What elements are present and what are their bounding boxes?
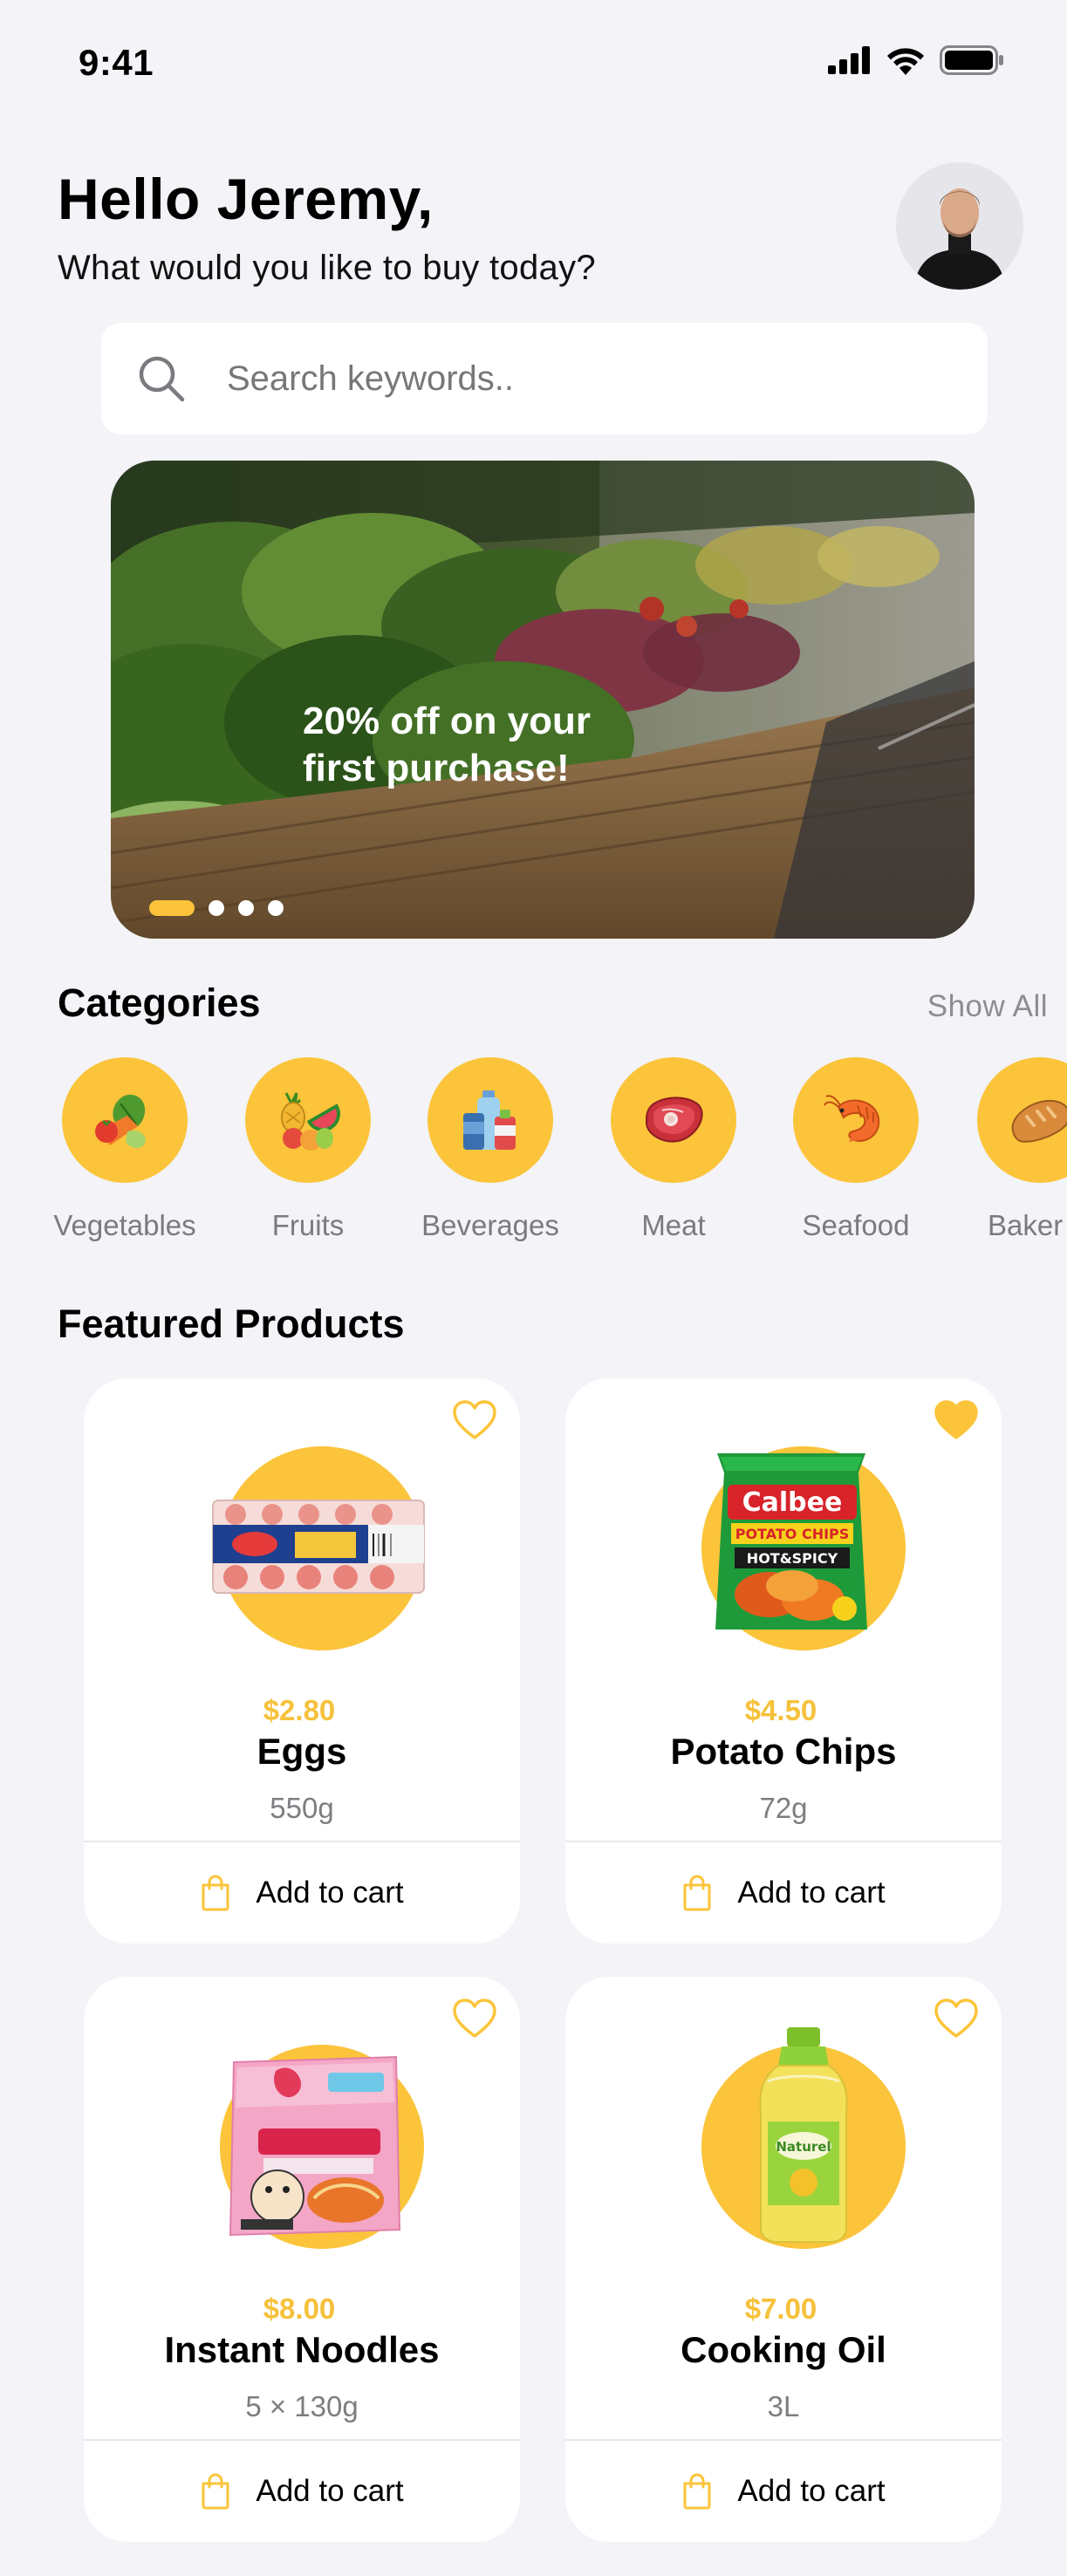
featured-products-title: Featured Products [58,1302,405,1346]
product-size: 72g [759,1792,808,1824]
product-size: 550g [270,1792,334,1824]
user-avatar-image [896,162,1023,290]
product-size: 5 × 130g [245,2390,359,2422]
instant-noodles-product-image [229,2055,401,2237]
add-to-cart-button[interactable]: Add to cart [565,1842,1002,1944]
product-name: Potato Chips [670,1731,897,1772]
search-icon [139,356,185,402]
categories-title: Categories [58,981,261,1025]
heart-outline-icon[interactable] [934,1998,979,2040]
bakery-icon [1011,1099,1067,1143]
category-label: Fruits [271,1209,345,1241]
heart-outline-icon[interactable] [452,1399,497,1441]
beverages-icon [463,1090,516,1150]
banner-pagination[interactable] [149,900,284,916]
cellular-signal-icon [828,46,870,74]
svg-text:Naturel: Naturel [776,2139,831,2155]
category-fruits[interactable]: Fruits [216,1057,400,1242]
pagination-dot[interactable] [268,900,284,916]
promo-banner[interactable]: 20% off on your first purchase! [111,461,975,939]
search-input[interactable] [227,359,925,399]
category-seafood[interactable]: Seafood [764,1057,947,1242]
show-all-link[interactable]: Show All [927,989,1048,1024]
shopping-bag-icon [683,1875,711,1911]
pagination-dot-active[interactable] [149,900,195,916]
wifi-icon [887,48,924,75]
svg-text:HOT&SPICY: HOT&SPICY [747,1550,838,1567]
vegetables-icon [95,1094,146,1149]
shopping-bag-icon [202,1875,229,1911]
svg-text:POTATO CHIPS: POTATO CHIPS [735,1526,850,1542]
avatar[interactable] [896,162,1023,290]
product-price: $8.00 [263,2292,336,2325]
fruits-icon [281,1092,340,1151]
category-label: Beverages [421,1209,559,1241]
product-card-eggs[interactable]: $2.80 Eggs 550g Add to cart [84,1378,520,1944]
add-to-cart-button[interactable]: Add to cart [84,1842,520,1944]
shopping-bag-icon [683,2473,711,2510]
eggs-product-image [212,1500,425,1594]
category-label: Seafood [802,1209,910,1241]
meat-icon [645,1097,703,1143]
status-bar: 9:41 [0,0,1067,131]
product-size: 3L [767,2390,800,2422]
heart-filled-icon[interactable] [934,1399,979,1441]
category-bakery[interactable]: Baker [947,1057,1067,1242]
product-name: Eggs [256,1731,347,1772]
status-time: 9:41 [79,42,154,83]
greeting-title: Hello Jeremy, [58,167,434,231]
add-to-cart-label: Add to cart [256,1876,404,1910]
pagination-dot[interactable] [209,900,224,916]
category-beverages[interactable]: Beverages [399,1057,582,1242]
category-label: Meat [641,1209,706,1241]
category-label: Vegetables [53,1209,196,1241]
product-price: $2.80 [263,1694,336,1726]
seafood-icon [824,1095,880,1142]
status-icons [828,45,1004,75]
product-name: Cooking Oil [681,2329,886,2370]
svg-text:Calbee: Calbee [742,1487,843,1518]
search-bar[interactable] [101,323,988,434]
product-card-instant-noodles[interactable]: $8.00 Instant Noodles 5 × 130g Add to ca… [84,1977,520,2542]
category-meat[interactable]: Meat [582,1057,765,1242]
potato-chips-product-image: Calbee POTATO CHIPS HOT&SPICY [715,1453,867,1630]
product-price: $7.00 [744,2292,817,2325]
cooking-oil-product-image: Naturel [759,2027,848,2243]
product-price: $4.50 [744,1694,817,1726]
add-to-cart-label: Add to cart [737,1876,886,1910]
add-to-cart-button[interactable]: Add to cart [565,2441,1002,2542]
greeting-subtitle: What would you like to buy today? [58,249,596,287]
product-card-potato-chips[interactable]: Calbee POTATO CHIPS HOT&SPICY $4.50 Pota… [565,1378,1002,1944]
add-to-cart-label: Add to cart [256,2474,404,2508]
shopping-bag-icon [202,2473,229,2510]
add-to-cart-button[interactable]: Add to cart [84,2441,520,2542]
category-vegetables[interactable]: Vegetables [33,1057,216,1242]
heart-outline-icon[interactable] [452,1998,497,2040]
product-name: Instant Noodles [164,2329,440,2370]
product-card-cooking-oil[interactable]: Naturel $7.00 Cooking Oil 3L Add to cart [565,1977,1002,2542]
category-label: Baker [988,1209,1064,1241]
add-to-cart-label: Add to cart [737,2474,886,2508]
banner-headline: 20% off on your first purchase! [303,700,592,789]
pagination-dot[interactable] [238,900,254,916]
battery-icon [940,45,1003,75]
